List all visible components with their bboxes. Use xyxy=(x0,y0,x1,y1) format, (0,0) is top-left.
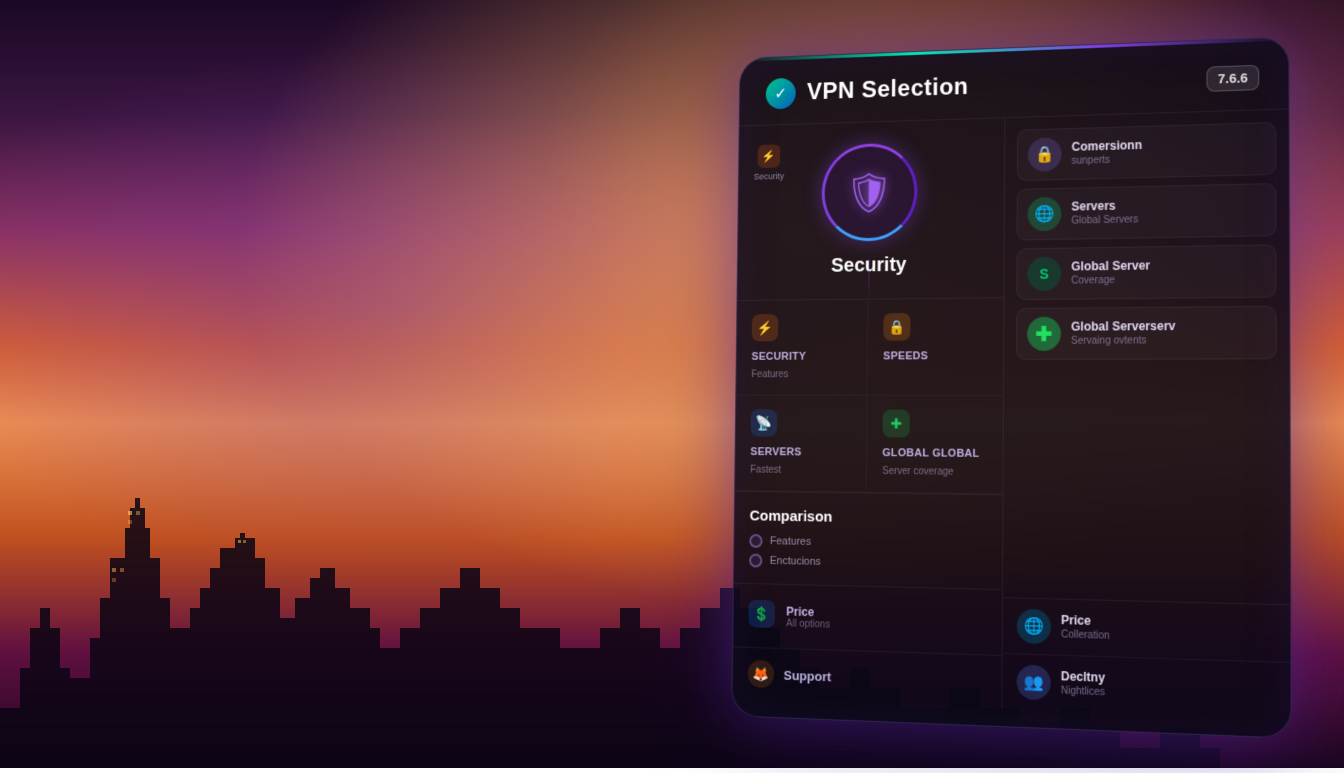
sub-items-grid: ⚡ Security Features 🔒 Speeds 📡 Servers F… xyxy=(735,298,1003,494)
comparison-item-0[interactable]: Features xyxy=(749,534,986,552)
comparison-item-1[interactable]: Enctucions xyxy=(749,554,986,573)
sub-label-3: Global global xyxy=(882,447,987,460)
right-title-3: Global Serverserv xyxy=(1071,319,1265,335)
right-item-text-2: Global Server Coverage xyxy=(1071,257,1265,287)
security-feature-icon: ⚡ xyxy=(752,314,778,341)
panel-title: VPN Selection xyxy=(807,73,969,106)
sub-item-servers[interactable]: 📡 Servers Fastest xyxy=(735,396,867,493)
panel-content: ⚡ Security 🛡 Security ⚡ Security xyxy=(732,109,1290,728)
comparison-label-1: Enctucions xyxy=(770,555,821,568)
price-section: 💲 Price All options xyxy=(733,584,1002,655)
support-label: Support xyxy=(784,667,832,684)
sub-desc-3: Server coverage xyxy=(882,465,987,479)
servers-icon: 📡 xyxy=(751,409,778,436)
right-lock-icon: 🔒 xyxy=(1028,137,1062,172)
support-icon: 🦊 xyxy=(748,660,775,689)
right-item-text-1: Servers Global Servers xyxy=(1071,196,1265,227)
vpn-logo-icon: ✓ xyxy=(766,78,796,110)
sub-item-global[interactable]: ✚ Global global Server coverage xyxy=(867,396,1003,494)
comparison-title: Comparison xyxy=(750,508,987,529)
version-badge: 7.6.6 xyxy=(1207,64,1260,91)
speeds-icon: 🔒 xyxy=(883,313,910,341)
sub-label-0: Security xyxy=(752,351,852,363)
vpn-panel: ✓ VPN Selection 7.6.6 ⚡ Security xyxy=(731,36,1292,738)
sub-label-2: Servers xyxy=(750,446,850,459)
price-icon: 💲 xyxy=(748,600,775,628)
right-list: 🔒 Comersionn sunperts 🌐 Servers Global S… xyxy=(1003,109,1290,604)
right-price-row[interactable]: 🌐 Price Colleration xyxy=(1003,598,1291,663)
sub-item-security[interactable]: ⚡ Security Features xyxy=(736,300,868,396)
right-item-2[interactable]: S Global Server Coverage xyxy=(1016,244,1276,300)
sub-label-1: Speeds xyxy=(883,350,987,362)
right-bottom: 🌐 Price Colleration 👥 Decltny Nightlices xyxy=(1002,597,1290,720)
shield-icon: 🛡 xyxy=(845,169,894,216)
right-item-1[interactable]: 🌐 Servers Global Servers xyxy=(1017,183,1277,240)
right-support-text: Decltny Nightlices xyxy=(1061,669,1276,705)
sub-desc-0: Features xyxy=(751,368,851,381)
comparison-items: Features Enctucions xyxy=(749,534,986,573)
right-item-text-3: Global Serverserv Servaing ovtents xyxy=(1071,319,1265,348)
security-hero-section: ⚡ Security 🛡 Security xyxy=(737,118,1004,301)
right-shield-icon: S xyxy=(1027,257,1061,291)
right-item-text-0: Comersionn sunperts xyxy=(1072,135,1265,168)
right-plus-icon: ✚ xyxy=(1027,317,1061,351)
panel-container: ✓ VPN Selection 7.6.6 ⚡ Security xyxy=(724,44,1284,724)
right-item-0[interactable]: 🔒 Comersionn sunperts xyxy=(1017,122,1276,181)
right-people-icon: 👥 xyxy=(1016,665,1050,701)
comparison-label-0: Features xyxy=(770,535,811,548)
right-support-row[interactable]: 👥 Decltny Nightlices xyxy=(1002,654,1290,720)
right-item-3[interactable]: ✚ Global Serverserv Servaing ovtents xyxy=(1016,306,1277,360)
left-panel: ⚡ Security 🛡 Security ⚡ Security xyxy=(732,118,1005,709)
global-icon: ✚ xyxy=(883,410,910,438)
comparison-section: Comparison Features Enctucions xyxy=(734,491,1003,590)
right-desc-2: Coverage xyxy=(1071,272,1265,287)
right-desc-3: Servaing ovtents xyxy=(1071,333,1265,347)
title-group: ✓ VPN Selection xyxy=(766,71,969,109)
lightning-icon: ⚡ xyxy=(758,144,781,168)
right-panel: 🔒 Comersionn sunperts 🌐 Servers Global S… xyxy=(1002,109,1290,719)
left-security-label: ⚡ Security xyxy=(754,144,785,181)
price-info: Price All options xyxy=(786,604,986,635)
vertical-divider-line xyxy=(868,260,869,299)
left-label-text: Security xyxy=(754,171,784,181)
radio-1[interactable] xyxy=(749,554,762,568)
right-globe-icon: 🌐 xyxy=(1027,197,1061,231)
radio-0[interactable] xyxy=(749,534,762,548)
security-circle[interactable]: 🛡 xyxy=(821,142,917,241)
sub-desc-2: Fastest xyxy=(750,464,850,478)
support-row: 🦊 Support xyxy=(732,646,1001,708)
sub-item-speeds[interactable]: 🔒 Speeds xyxy=(867,298,1003,396)
right-price-icon: 🌐 xyxy=(1017,609,1051,645)
right-price-text: Price Colleration xyxy=(1061,613,1276,647)
